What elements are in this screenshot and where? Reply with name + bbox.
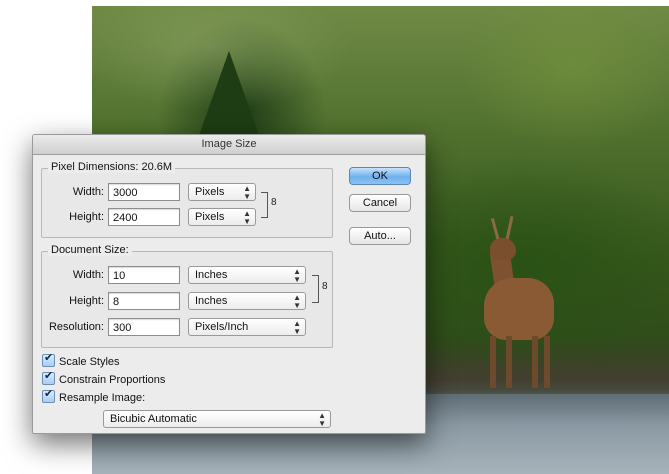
pixel-height-unit-value: Pixels (195, 211, 225, 223)
pixel-width-label: Width: (72, 186, 104, 198)
dialog-title[interactable]: Image Size (33, 135, 425, 155)
image-size-dialog: Image Size Pixel Dimensions: 20.6M Width… (32, 134, 426, 434)
auto-button[interactable]: Auto... (349, 227, 411, 245)
doc-height-input[interactable]: 8 (108, 292, 180, 310)
resolution-unit-value: Pixels/Inch (195, 321, 249, 333)
deer-head (490, 238, 516, 260)
resample-image-checkbox[interactable]: Resample Image: (42, 388, 146, 405)
doc-width-label: Width: (72, 269, 104, 281)
link-chain-icon: 8 (271, 197, 277, 208)
deer-leg (490, 336, 496, 388)
pixel-height-unit-select[interactable]: Pixels ▲ ▼ (188, 208, 256, 226)
doc-width-unit-value: Inches (195, 269, 228, 281)
pixel-dimensions-legend: Pixel Dimensions: 20.6M (48, 161, 176, 173)
document-size-group: Document Size: Width: 10 Inches ▲ ▼ Heigh… (41, 244, 333, 348)
select-arrows-icon: ▲ ▼ (243, 184, 251, 201)
scale-styles-label: Scale Styles (59, 356, 120, 368)
cancel-button[interactable]: Cancel (349, 194, 411, 212)
pixel-height-label: Height: (69, 211, 104, 223)
doc-width-unit-select[interactable]: Inches ▲ ▼ (188, 266, 306, 284)
doc-height-label: Height: (69, 295, 104, 307)
select-arrows-icon: ▲ ▼ (293, 267, 301, 284)
deer-leg (506, 336, 512, 388)
checkbox-checked-icon (42, 352, 55, 367)
resample-method-value: Bicubic Automatic (110, 413, 197, 425)
doc-height-unit-value: Inches (195, 295, 228, 307)
resolution-label: Resolution: (48, 321, 104, 333)
checkbox-checked-icon (42, 388, 55, 403)
doc-height-unit-select[interactable]: Inches ▲ ▼ (188, 292, 306, 310)
scale-styles-checkbox[interactable]: Scale Styles (42, 352, 120, 369)
select-arrows-icon: ▲ ▼ (293, 293, 301, 310)
pixel-width-unit-select[interactable]: Pixels ▲ ▼ (188, 183, 256, 201)
link-chain-icon: 8 (322, 281, 328, 292)
pixel-height-input[interactable]: 2400 (108, 208, 180, 226)
checkbox-checked-icon (42, 370, 55, 385)
select-arrows-icon: ▲ ▼ (243, 209, 251, 226)
resample-image-label: Resample Image: (59, 392, 146, 404)
resample-method-select[interactable]: Bicubic Automatic ▲ ▼ (103, 410, 331, 428)
tree-shape (197, 51, 261, 141)
constrain-proportions-checkbox[interactable]: Constrain Proportions (42, 370, 166, 387)
resolution-input[interactable]: 300 (108, 318, 180, 336)
resolution-unit-select[interactable]: Pixels/Inch ▲ ▼ (188, 318, 306, 336)
deer-antler-right (505, 215, 514, 241)
ok-button[interactable]: OK (349, 167, 411, 185)
select-arrows-icon: ▲ ▼ (293, 319, 301, 336)
doc-width-input[interactable]: 10 (108, 266, 180, 284)
pixel-width-input[interactable]: 3000 (108, 183, 180, 201)
pixel-width-unit-value: Pixels (195, 186, 225, 198)
document-size-legend: Document Size: (48, 244, 132, 256)
doc-link-bracket (312, 275, 319, 303)
constrain-proportions-label: Constrain Proportions (59, 374, 166, 386)
pixel-link-bracket (261, 192, 268, 218)
select-arrows-icon: ▲ ▼ (318, 411, 326, 428)
deer-leg (544, 336, 550, 388)
deer-body (484, 278, 554, 340)
deer-leg (532, 336, 538, 388)
pixel-dimensions-group: Pixel Dimensions: 20.6M Width: 3000 Pixe… (41, 161, 333, 238)
